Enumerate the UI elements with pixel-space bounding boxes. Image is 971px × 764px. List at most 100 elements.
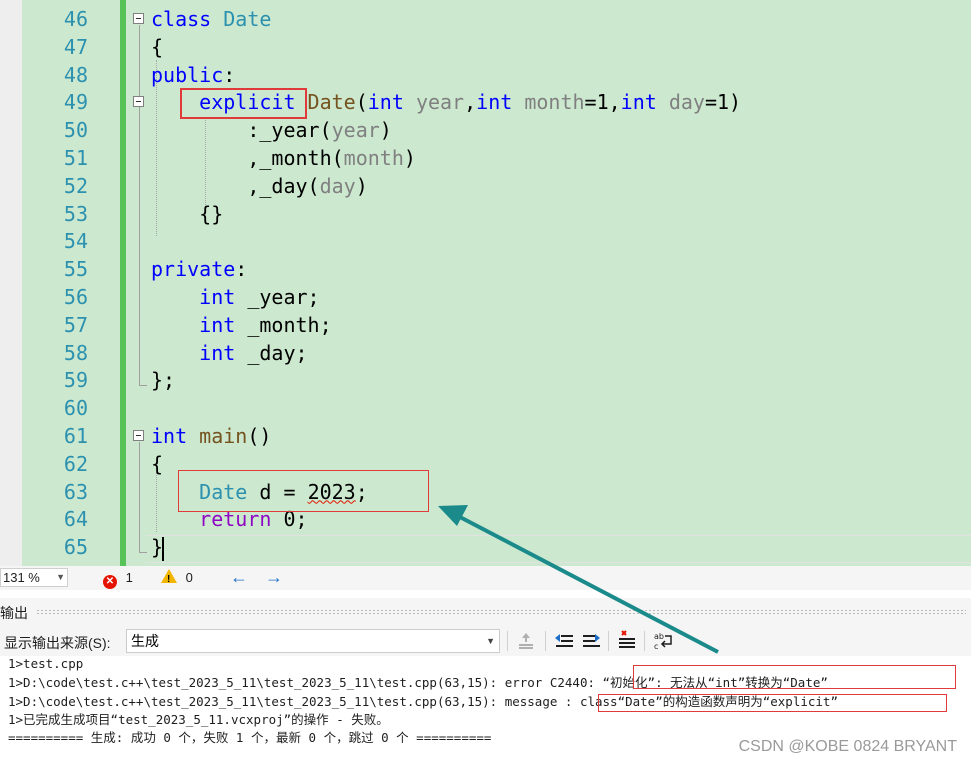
output-line: 1>test.cpp: [8, 656, 84, 671]
code-token: :: [235, 257, 248, 282]
line-number: 52: [63, 173, 88, 198]
code-token: year: [331, 118, 380, 143]
fold-line: [139, 442, 140, 552]
code-token: ,_day(: [151, 173, 320, 198]
line-number: 46: [63, 7, 88, 31]
toolbar-separator: [545, 631, 546, 651]
error-icon: ✕: [103, 575, 117, 589]
code-line: int _year;: [151, 283, 320, 311]
annotation-box-explicit: [180, 88, 307, 119]
output-line-summary: ========== 生成: 成功 0 个，失败 1 个，最新 0 个，跳过 0…: [8, 730, 492, 745]
code-line: {: [151, 33, 163, 61]
code-token: _month;: [235, 312, 332, 337]
code-line: {: [151, 450, 163, 478]
zoom-dropdown[interactable]: 131 % ▼: [0, 568, 68, 587]
clear-all-icon[interactable]: [616, 630, 638, 652]
line-number: 48: [63, 62, 88, 87]
fold-end: [139, 385, 147, 386]
editor-status-bar: 131 % ▼ ✕ 1 0 ← →: [0, 566, 971, 590]
code-token: private: [151, 257, 236, 282]
output-source-value: 生成: [131, 633, 159, 649]
line-number: 55: [63, 257, 88, 282]
line-number: 62: [63, 451, 88, 476]
output-pane-title: 输出: [0, 605, 28, 621]
toolbar-separator: [644, 631, 645, 651]
svg-text:c: c: [654, 642, 658, 651]
code-token: day: [668, 90, 705, 115]
code-token: :: [223, 62, 236, 87]
line-number: 61: [63, 424, 88, 448]
code-line: {}: [151, 200, 223, 228]
code-editor[interactable]: 46 47 48 49 50 51 52 53 54 55 56 57 58 59 60 61 62 63 64 65…: [0, 0, 971, 566]
navigate-back-button[interactable]: ←: [230, 567, 248, 588]
code-token: {: [151, 34, 164, 59]
toolbar-separator: [608, 631, 609, 651]
code-token: month: [524, 90, 585, 115]
word-wrap-icon[interactable]: ab c: [652, 630, 674, 652]
line-number: 53: [63, 201, 88, 226]
warning-icon: [161, 569, 177, 589]
fold-line: [139, 25, 140, 385]
code-line: ,_day(day): [151, 172, 367, 200]
code-token: {: [151, 451, 164, 476]
chevron-down-icon: ▼: [486, 636, 495, 646]
warning-count-button[interactable]: 0: [161, 569, 193, 589]
output-toolbar: 显示输出来源(S): 生成 ▼ ab c: [0, 626, 971, 656]
line-number: 60: [63, 396, 88, 421]
drag-handle[interactable]: [36, 609, 966, 615]
code-token: (: [355, 90, 368, 115]
output-line: 1>已完成生成项目“test_2023_5_11.vcxproj”的操作 - 失…: [8, 712, 389, 727]
line-number: 54: [63, 229, 88, 254]
code-line: private:: [151, 255, 247, 283]
fold-toggle-main[interactable]: [133, 430, 144, 441]
previous-message-icon[interactable]: [553, 630, 575, 652]
error-count-button[interactable]: ✕ 1: [103, 569, 133, 589]
code-token: day: [319, 173, 356, 198]
code-line: int _month;: [151, 311, 332, 339]
line-number: 58: [63, 340, 88, 365]
code-token: ): [403, 146, 416, 170]
code-token: int: [199, 340, 236, 365]
line-number: 57: [63, 312, 88, 337]
text-caret: [162, 537, 164, 561]
line-number: 64: [63, 507, 88, 532]
code-token: Date: [307, 90, 356, 115]
code-line: int main(): [151, 422, 271, 450]
output-pane-header: 输出: [0, 598, 971, 626]
line-number: 65: [63, 535, 88, 560]
code-token: _day;: [235, 340, 308, 365]
line-number: 63: [63, 479, 88, 504]
chevron-down-icon: ▼: [56, 572, 65, 582]
code-token: :_year(: [151, 118, 332, 143]
code-token: {}: [151, 201, 224, 226]
current-line-highlight: [146, 535, 971, 563]
code-line: ,_month(month): [151, 144, 416, 172]
watermark: CSDN @KOBE 0824 BRYANT: [738, 738, 957, 755]
line-number: 56: [63, 285, 88, 309]
code-token: month: [343, 146, 404, 170]
code-token: public: [151, 62, 224, 87]
code-token: Date: [223, 7, 272, 31]
code-token: int: [476, 90, 513, 115]
output-source-select[interactable]: 生成 ▼: [126, 629, 500, 653]
navigate-forward-button[interactable]: →: [265, 567, 283, 588]
find-message-in-code-icon[interactable]: [515, 630, 537, 652]
code-token: };: [151, 368, 176, 393]
fold-toggle-constructor[interactable]: [133, 96, 144, 107]
line-number: 50: [63, 118, 88, 143]
code-token: main: [199, 424, 248, 448]
error-count: 1: [125, 570, 133, 585]
code-token: int: [620, 90, 657, 115]
code-line: int _day;: [151, 339, 308, 367]
code-token: int: [199, 285, 236, 309]
code-token: _year;: [235, 285, 320, 309]
code-line: class Date: [151, 5, 271, 33]
next-message-icon[interactable]: [580, 630, 602, 652]
line-number: 47: [63, 34, 88, 59]
fold-toggle-class[interactable]: [133, 13, 144, 24]
